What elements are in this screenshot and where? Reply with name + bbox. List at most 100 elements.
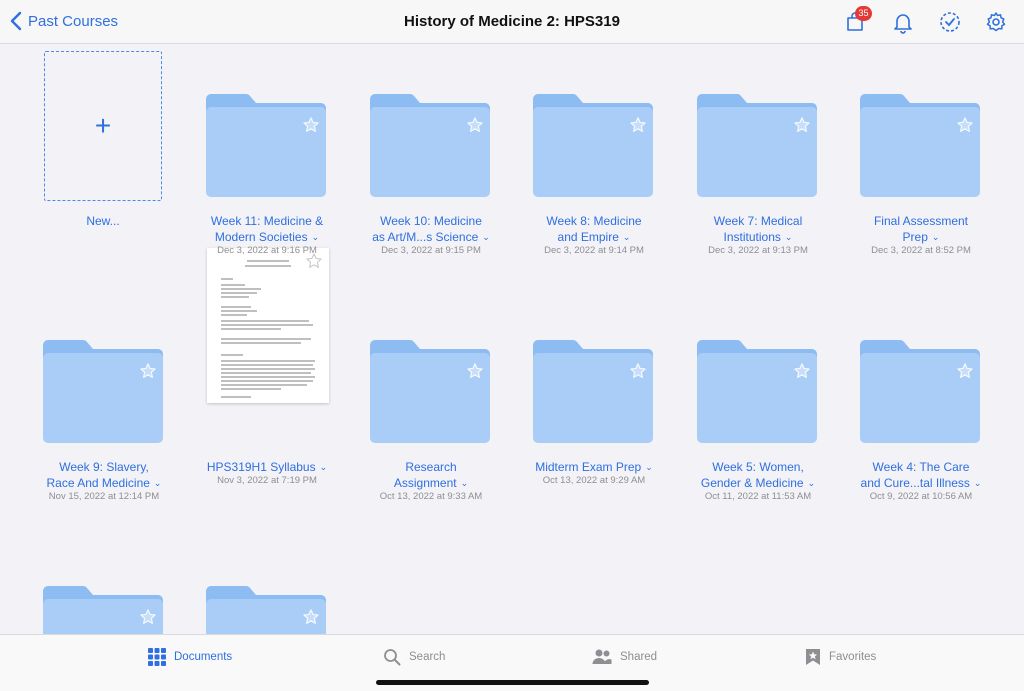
item-name[interactable]: Week 10: Medicine as Art/M...s Science ⌄ (349, 213, 513, 245)
folder-item[interactable] (370, 93, 490, 197)
folder-item[interactable] (697, 93, 817, 197)
star-icon[interactable] (629, 362, 647, 380)
folder-item[interactable] (860, 93, 980, 197)
select-button[interactable] (938, 10, 962, 34)
chevron-down-icon[interactable]: ⌄ (320, 459, 328, 475)
document-text-line (221, 388, 281, 390)
star-icon[interactable] (793, 116, 811, 134)
item-name-line2: and Empire (557, 230, 619, 244)
notifications-button[interactable] (891, 10, 915, 34)
item-name[interactable]: HPS319H1 Syllabus ⌄ (185, 459, 349, 475)
item-date: Oct 9, 2022 at 10:56 AM (869, 491, 973, 502)
star-icon[interactable] (956, 116, 974, 134)
item-name[interactable]: Week 9: Slavery, Race And Medicine ⌄ (22, 459, 186, 491)
folder-item[interactable] (860, 339, 980, 443)
chevron-down-icon[interactable]: ⌄ (461, 475, 469, 491)
star-icon[interactable] (629, 116, 647, 134)
item-date: Oct 13, 2022 at 9:33 AM (379, 491, 483, 502)
item-name[interactable]: Week 4: The Care and Cure...tal Illness ⌄ (839, 459, 1003, 491)
item-name-line1: Midterm Exam Prep (535, 460, 642, 474)
navigation-bar: Past Courses History of Medicine 2: HPS3… (0, 0, 1024, 44)
item-name-line2: Assignment (393, 476, 457, 490)
item-name[interactable]: Week 7: Medical Institutions ⌄ (676, 213, 840, 245)
chevron-down-icon[interactable]: ⌄ (974, 475, 982, 491)
chevron-down-icon[interactable]: ⌄ (645, 459, 653, 475)
item-name-line2: Modern Societies (214, 230, 308, 244)
item-name[interactable]: Final Assessment Prep ⌄ (839, 213, 1003, 245)
chevron-down-icon[interactable]: ⌄ (312, 229, 320, 245)
tab-search[interactable]: Search (383, 648, 445, 666)
item-date: Dec 3, 2022 at 9:16 PM (217, 245, 317, 256)
item-name[interactable]: Week 11: Medicine & Modern Societies ⌄ (185, 213, 349, 245)
folder-item[interactable] (533, 93, 653, 197)
item-name[interactable]: Week 5: Women, Gender & Medicine ⌄ (676, 459, 840, 491)
document-text-line (245, 265, 291, 267)
item-name[interactable]: Midterm Exam Prep ⌄ (512, 459, 676, 475)
folder-icon (533, 94, 653, 197)
item-name-line2: Gender & Medicine (700, 476, 804, 490)
document-text-line (221, 278, 233, 280)
folder-icon (206, 94, 326, 197)
document-text-line (221, 384, 307, 386)
settings-button[interactable] (984, 10, 1008, 34)
item-name[interactable]: Week 8: Medicine and Empire ⌄ (512, 213, 676, 245)
tab-documents[interactable]: Documents (148, 648, 232, 666)
document-text-line (221, 354, 243, 356)
folder-item[interactable] (533, 339, 653, 443)
syllabus-thumbnail[interactable] (207, 248, 329, 403)
folder-item[interactable] (370, 339, 490, 443)
item-name[interactable]: Research Assignment ⌄ (349, 459, 513, 491)
document-text-line (221, 314, 247, 316)
cart-button[interactable]: 35 (843, 6, 872, 34)
chevron-down-icon[interactable]: ⌄ (785, 229, 793, 245)
folder-icon (533, 340, 653, 443)
document-text-line (221, 284, 245, 286)
item-date: Nov 3, 2022 at 7:19 PM (217, 475, 317, 486)
item-date: Dec 3, 2022 at 8:52 PM (871, 245, 971, 256)
star-icon[interactable] (956, 362, 974, 380)
item-date: Oct 13, 2022 at 9:29 AM (542, 475, 646, 486)
item-date: Nov 15, 2022 at 12:14 PM (48, 491, 160, 502)
item-name-line1: Week 7: Medical (713, 214, 803, 228)
people-icon (592, 649, 612, 664)
item-name-line1: Week 8: Medicine (546, 214, 642, 228)
chevron-down-icon[interactable]: ⌄ (808, 475, 816, 491)
folder-icon (697, 94, 817, 197)
item-name-line1: Week 5: Women, (712, 460, 804, 474)
folder-item[interactable] (697, 339, 817, 443)
folder-item[interactable] (206, 93, 326, 197)
item-date: Oct 11, 2022 at 11:53 AM (704, 491, 812, 502)
tab-favorites[interactable]: Favorites (805, 648, 876, 666)
item-name-line2: as Art/M...s Science (372, 230, 479, 244)
new-document-button[interactable]: + (44, 51, 162, 201)
star-icon[interactable] (302, 608, 320, 626)
folder-item[interactable] (43, 339, 163, 443)
star-icon[interactable] (139, 362, 157, 380)
grid-icon (148, 648, 166, 666)
document-text-line (221, 380, 313, 382)
tab-shared-label: Shared (620, 651, 658, 663)
document-text-line (221, 376, 315, 378)
tab-shared[interactable]: Shared (592, 648, 657, 666)
chevron-down-icon[interactable]: ⌄ (482, 229, 490, 245)
item-date: Dec 3, 2022 at 9:14 PM (544, 245, 644, 256)
document-text-line (221, 396, 251, 398)
star-icon[interactable] (793, 362, 811, 380)
document-text-line (221, 328, 281, 330)
document-text-line (221, 338, 311, 340)
item-date: Dec 3, 2022 at 9:13 PM (708, 245, 808, 256)
star-icon[interactable] (466, 116, 484, 134)
item-name-line2: Race And Medicine (46, 476, 150, 490)
chevron-down-icon[interactable]: ⌄ (154, 475, 162, 491)
item-name-line1: Week 4: The Care (872, 460, 970, 474)
chevron-down-icon[interactable]: ⌄ (623, 229, 631, 245)
document-text-line (221, 360, 315, 362)
new-document-label: New... (86, 214, 120, 228)
star-icon[interactable] (466, 362, 484, 380)
cart-badge: 35 (855, 6, 872, 21)
tab-search-label: Search (409, 651, 446, 663)
star-icon[interactable] (139, 608, 157, 626)
check-circle-icon (940, 12, 960, 32)
chevron-down-icon[interactable]: ⌄ (932, 229, 940, 245)
star-icon[interactable] (302, 116, 320, 134)
